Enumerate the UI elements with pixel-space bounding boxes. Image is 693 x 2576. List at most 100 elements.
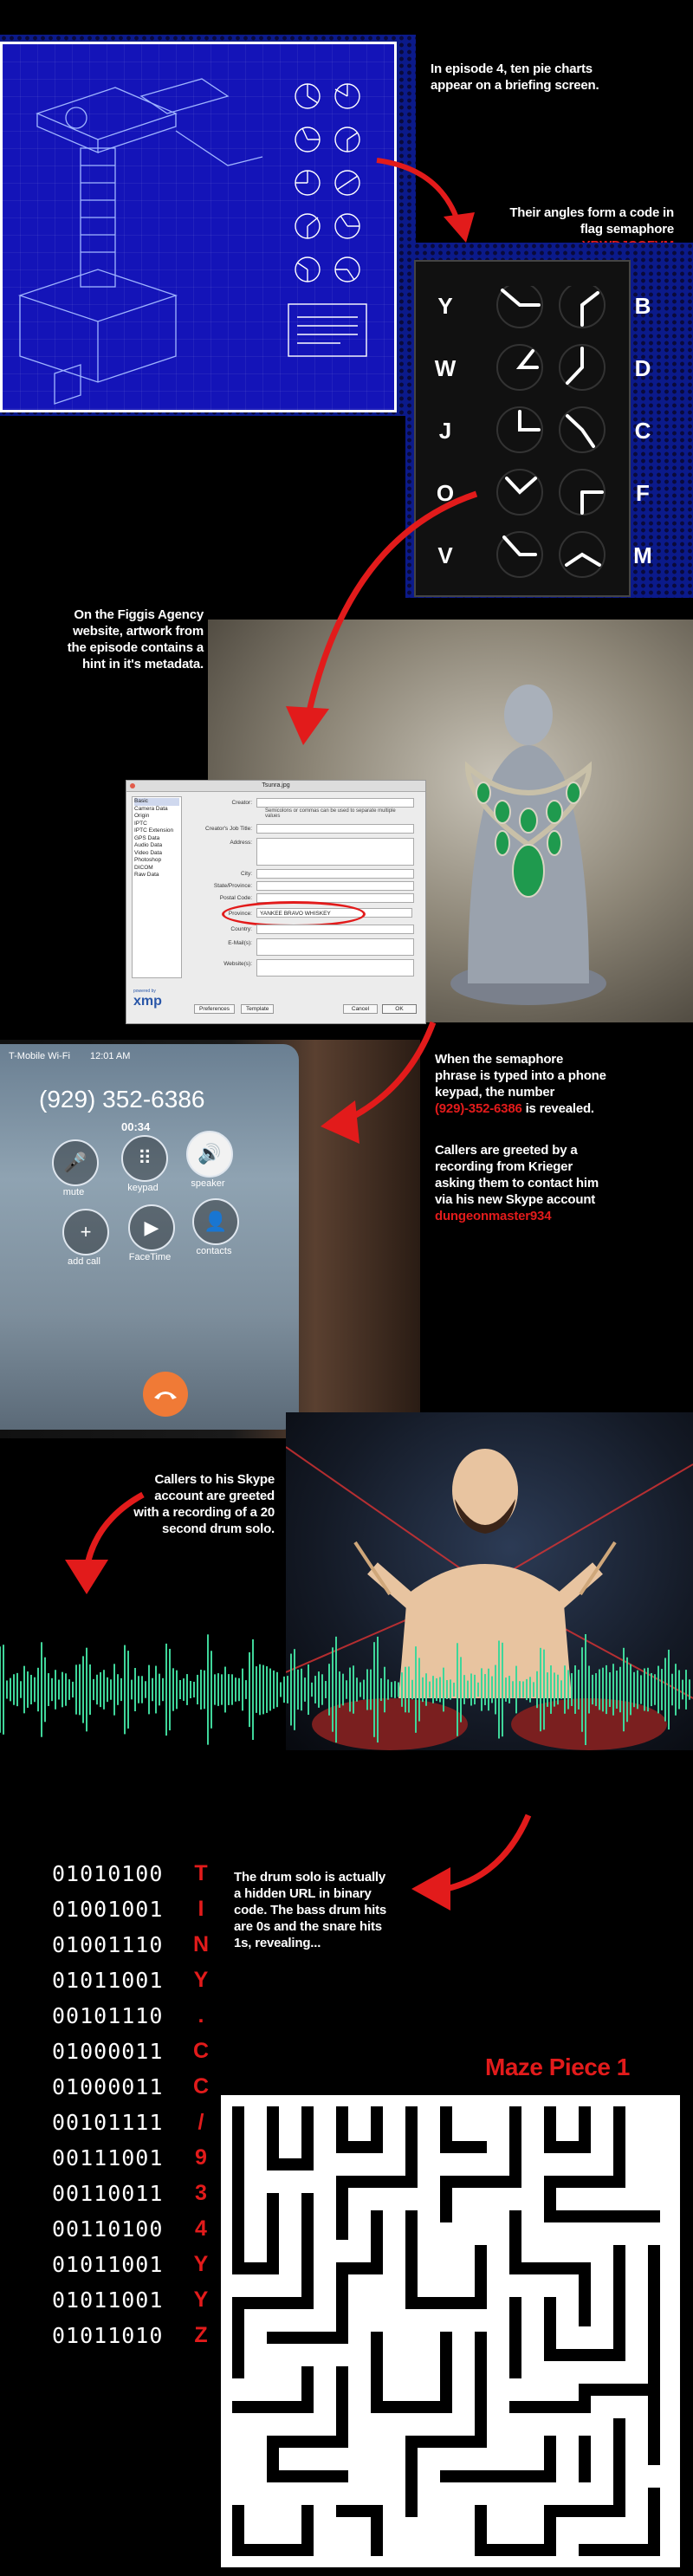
status-bar: T-Mobile Wi-Fi 12:01 AM [9, 1051, 286, 1061]
xmp-sidebar-item[interactable]: IPTC [134, 821, 179, 828]
facetime-button[interactable]: ▶ [128, 1204, 175, 1251]
xmp-logo-text: xmp [133, 994, 162, 1009]
decoded-char: Y [193, 2287, 209, 2312]
caption-phone-suffix: is revealed. [525, 1101, 595, 1116]
creator-field[interactable] [256, 798, 414, 808]
decoded-char: 9 [195, 2145, 207, 2170]
binary-byte: 01000011 [52, 2074, 164, 2099]
keypad-label: keypad [127, 1183, 159, 1193]
caption-krieger: Callers are greeted by a recording from … [435, 1142, 608, 1224]
preferences-button[interactable]: Preferences [194, 1004, 236, 1014]
xmp-sidebar-item[interactable]: Photoshop [134, 857, 179, 865]
decoded-char: 3 [195, 2181, 207, 2205]
maze-piece-image [221, 2095, 680, 2567]
city-field[interactable] [256, 869, 414, 879]
red-arrow-2 [286, 490, 478, 745]
facetime-label: FaceTime [128, 1252, 172, 1262]
job-title-field[interactable] [256, 824, 414, 834]
decoded-char: N [192, 1932, 210, 1956]
semaphore-letter-right-4: M [633, 542, 652, 568]
contacts-label: contacts [196, 1246, 232, 1256]
call-duration: 00:34 [121, 1120, 151, 1133]
speaker-button[interactable]: 🔊 [186, 1131, 233, 1178]
creator-hint: Semicolons or commas can be used to sepa… [265, 808, 396, 819]
maze-paths [232, 2106, 660, 2556]
website-field[interactable] [256, 959, 414, 977]
state-field[interactable] [256, 881, 414, 891]
semaphore-letter-right-2: C [634, 418, 651, 444]
red-arrow-3 [321, 1021, 437, 1144]
email-field[interactable] [256, 938, 414, 956]
country-field[interactable] [256, 925, 414, 934]
xmp-sidebar-item[interactable]: Audio Data [134, 842, 179, 850]
semaphore-letter-left-2: J [438, 418, 452, 444]
caption-semaphore-text: Their angles form a code in flag semapho… [509, 205, 674, 237]
caption-skype: Callers to his Skype account are greeted… [133, 1472, 275, 1536]
briefing-screen-image [0, 42, 397, 412]
xmp-window-title: Tsunra.jpg [262, 782, 290, 788]
template-button[interactable]: Template [241, 1004, 275, 1014]
binary-byte: 01011010 [52, 2323, 164, 2348]
xmp-sidebar: Basic Camera Data Origin IPTC IPTC Exten… [132, 796, 182, 978]
xmp-sidebar-item[interactable]: Camera Data [134, 806, 179, 814]
decoded-char: Y [193, 1968, 209, 1992]
red-arrow-5 [411, 1814, 532, 1911]
decoded-char: C [192, 2074, 210, 2099]
keypad-button[interactable]: ⠿ [121, 1135, 168, 1182]
xmp-metadata-dialog: Tsunra.jpg Basic Camera Data Origin IPTC… [126, 780, 426, 1024]
contacts-button[interactable]: 👤 [192, 1198, 239, 1245]
xmp-field-label: Postal Code: [219, 895, 252, 901]
binary-byte: 01011001 [52, 1968, 164, 1993]
end-call-icon [154, 1392, 177, 1399]
xmp-field-label: State/Province: [213, 883, 252, 889]
binary-byte: 01011001 [52, 2252, 164, 2277]
xmp-sidebar-item[interactable]: Origin [134, 813, 179, 821]
semaphore-glyphs [496, 286, 606, 578]
binary-byte: 00110100 [52, 2216, 164, 2242]
ok-button[interactable]: OK [382, 1004, 417, 1014]
caption-binary: The drum solo is actually a hidden URL i… [234, 1870, 387, 1950]
xmp-sidebar-item[interactable]: Raw Data [134, 872, 179, 879]
xmp-sidebar-item[interactable]: Video Data [134, 850, 179, 858]
xmp-field-label: Country: [230, 926, 252, 932]
decoded-char: . [198, 2003, 204, 2028]
mute-button[interactable]: 🎤 [52, 1139, 99, 1186]
binary-byte: 01001110 [52, 1932, 164, 1957]
skype-account: dungeonmaster934 [435, 1209, 552, 1223]
binary-byte: 00111001 [52, 2145, 164, 2170]
microphone-icon: 🎤 [63, 1152, 87, 1173]
binary-byte: 00110011 [52, 2181, 164, 2206]
carrier-label: T-Mobile Wi-Fi [9, 1051, 70, 1061]
plus-icon: + [80, 1221, 92, 1243]
xmp-field-label: Creator's Job Title: [205, 826, 252, 832]
semaphore-letter-right-1: D [634, 355, 651, 381]
xmp-sidebar-item[interactable]: IPTC Extension [134, 827, 179, 835]
xmp-field-label: E-Mail(s): [228, 940, 252, 946]
cancel-button[interactable]: Cancel [343, 1004, 378, 1014]
xmp-sidebar-item[interactable]: GPS Data [134, 835, 179, 843]
decoded-char: / [198, 2110, 204, 2134]
add-call-label: add call [68, 1256, 100, 1267]
contacts-icon: 👤 [204, 1210, 228, 1232]
decoded-char: I [198, 1897, 204, 1921]
caption-krieger-text: Callers are greeted by a recording from … [435, 1143, 599, 1207]
add-call-button[interactable]: + [62, 1209, 109, 1256]
close-window-icon[interactable] [130, 783, 135, 788]
semaphore-letter-left-1: W [434, 355, 457, 381]
blueprint-artwork [17, 78, 367, 405]
xmp-sidebar-item[interactable]: Basic [134, 798, 179, 806]
end-call-button[interactable] [143, 1372, 188, 1417]
caption-figgis: On the Figgis Agency website, artwork fr… [67, 607, 204, 672]
keypad-icon: ⠿ [137, 1147, 152, 1169]
xmp-field-label: Creator: [231, 800, 252, 806]
address-field[interactable] [256, 838, 414, 866]
caption-phone-prefix: When the semaphore phrase is typed into … [435, 1052, 606, 1100]
xmp-field-label: Website(s): [223, 961, 252, 967]
speaker-icon: 🔊 [198, 1143, 222, 1165]
binary-byte: 01001001 [52, 1897, 164, 1922]
caption-phone: When the semaphore phrase is typed into … [435, 1051, 608, 1117]
caption-episode: In episode 4, ten pie charts appear on a… [431, 62, 599, 93]
xmp-sidebar-item[interactable]: DICOM [134, 865, 179, 873]
maze-title: Maze Piece 1 [485, 2054, 630, 2080]
binary-byte: 00101110 [52, 2003, 164, 2028]
